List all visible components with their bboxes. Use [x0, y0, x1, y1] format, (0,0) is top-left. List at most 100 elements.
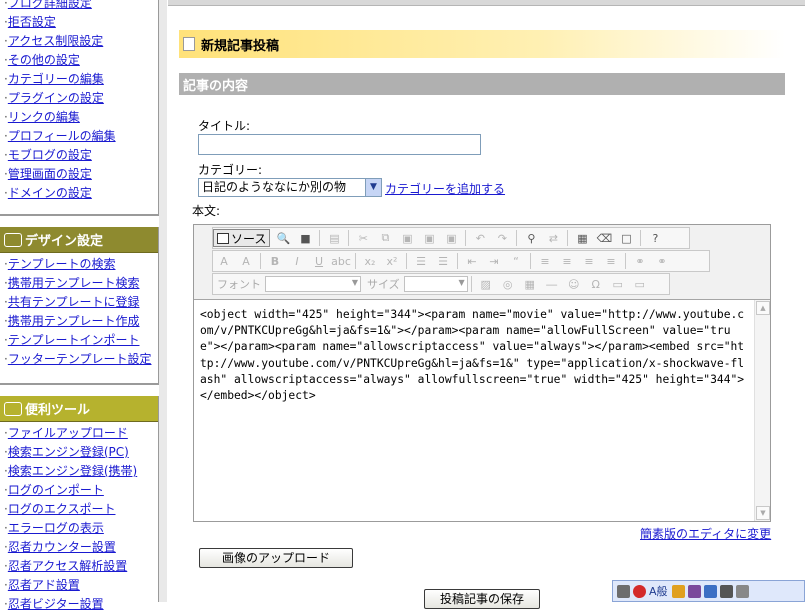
design-settings-item-link[interactable]: フッターテンプレート設定 — [8, 352, 152, 366]
tools-item-link[interactable]: ログのインポート — [8, 483, 104, 497]
tools-item-link[interactable]: 忍者アド設置 — [8, 578, 80, 592]
blog-settings-item[interactable]: ·プラグインの設定 — [4, 89, 158, 108]
tools-item-link[interactable]: 検索エンジン登録(PC) — [8, 445, 129, 459]
blog-settings-item[interactable]: ·プロフィールの編集 — [4, 127, 158, 146]
tools-item[interactable]: ·ログのインポート — [4, 481, 158, 500]
title-input[interactable] — [198, 134, 481, 155]
design-settings-item[interactable]: ·テンプレートインポート — [4, 331, 158, 350]
iframe-icon[interactable]: ▭ — [630, 275, 650, 293]
tools-item[interactable]: ·ログのエクスポート — [4, 500, 158, 519]
save-post-button[interactable]: 投稿記事の保存 — [424, 589, 540, 609]
tools-item-link[interactable]: 忍者ビジター設置 — [8, 597, 104, 611]
tools-item-link[interactable]: 忍者アクセス解析設置 — [8, 559, 127, 573]
blog-settings-item-link[interactable]: プロフィールの編集 — [8, 129, 116, 143]
blog-settings-item-link[interactable]: ブログ詳細設定 — [8, 0, 92, 10]
design-settings-item-link[interactable]: テンプレートインポート — [8, 333, 140, 347]
design-settings-item[interactable]: ·携帯用テンプレート検索 — [4, 274, 158, 293]
align-right-icon[interactable]: ≡ — [579, 252, 599, 270]
text-color-icon[interactable]: A — [214, 252, 234, 270]
add-category-link[interactable]: カテゴリーを追加する — [385, 180, 505, 197]
smiley-icon[interactable]: ☺ — [564, 275, 584, 293]
select-all-icon[interactable]: ▦ — [572, 229, 592, 247]
superscript-icon[interactable]: x² — [382, 252, 402, 270]
tools-item[interactable]: ·検索エンジン登録(PC) — [4, 443, 158, 462]
tools-item-link[interactable]: ファイルアップロード — [8, 426, 128, 440]
copy-icon[interactable]: ⧉ — [375, 229, 395, 247]
tools-item[interactable]: ·忍者アクセス解析設置 — [4, 557, 158, 576]
dictionary-icon[interactable] — [687, 584, 701, 598]
blog-settings-item-link[interactable]: 拒否設定 — [8, 15, 56, 29]
chevron-down-icon[interactable]: ▼ — [365, 179, 381, 196]
tool-icon[interactable] — [671, 584, 685, 598]
unlink-icon[interactable]: ⚭ — [652, 252, 672, 270]
redo-icon[interactable]: ↷ — [492, 229, 512, 247]
pen-icon[interactable] — [703, 584, 717, 598]
blog-settings-item-link[interactable]: その他の設定 — [8, 53, 80, 67]
undo-icon[interactable]: ↶ — [470, 229, 490, 247]
italic-icon[interactable]: I — [287, 252, 307, 270]
blog-settings-item-link[interactable]: プラグインの設定 — [8, 91, 104, 105]
input-mode-label[interactable]: A般 — [649, 583, 668, 599]
keyboard-icon[interactable] — [617, 584, 630, 598]
design-settings-item-link[interactable]: テンプレートの検索 — [8, 257, 116, 271]
bold-icon[interactable]: B — [265, 252, 285, 270]
scroll-up-icon[interactable]: ▲ — [756, 301, 770, 315]
options-icon[interactable] — [719, 584, 733, 598]
tools-item-link[interactable]: ログのエクスポート — [8, 502, 116, 516]
blog-settings-item-link[interactable]: モブログの設定 — [8, 148, 92, 162]
indent-icon[interactable]: ⇥ — [484, 252, 504, 270]
outdent-icon[interactable]: ⇤ — [462, 252, 482, 270]
design-settings-item[interactable]: ·テンプレートの検索 — [4, 255, 158, 274]
table-icon[interactable]: ▦ — [520, 275, 540, 293]
design-settings-item[interactable]: ·共有テンプレートに登録 — [4, 293, 158, 312]
find-icon[interactable]: ⚲ — [521, 229, 541, 247]
blog-settings-item[interactable]: ·カテゴリーの編集 — [4, 70, 158, 89]
blog-settings-item[interactable]: ·モブログの設定 — [4, 146, 158, 165]
special-char-icon[interactable]: Ω — [586, 275, 606, 293]
tools-item[interactable]: ·ファイルアップロード — [4, 424, 158, 443]
blockquote-icon[interactable]: “ — [506, 252, 526, 270]
blog-settings-item[interactable]: ·その他の設定 — [4, 51, 158, 70]
align-center-icon[interactable]: ≡ — [557, 252, 577, 270]
design-settings-item-link[interactable]: 携帯用テンプレート作成 — [8, 314, 140, 328]
image-upload-button[interactable]: 画像のアップロード — [199, 548, 353, 568]
align-justify-icon[interactable]: ≡ — [601, 252, 621, 270]
tools-item[interactable]: ·エラーログの表示 — [4, 519, 158, 538]
blog-settings-item-link[interactable]: 管理画面の設定 — [8, 167, 92, 181]
blog-settings-item[interactable]: ·拒否設定 — [4, 13, 158, 32]
blog-settings-item-link[interactable]: アクセス制限設定 — [8, 34, 103, 48]
size-select[interactable]: ▼ — [403, 276, 468, 292]
blog-settings-item[interactable]: ·アクセス制限設定 — [4, 32, 158, 51]
blog-settings-item-link[interactable]: ドメインの設定 — [8, 186, 92, 200]
tools-item-link[interactable]: 忍者カウンター設置 — [8, 540, 116, 554]
help-icon[interactable]: ? — [645, 229, 665, 247]
tools-item-link[interactable]: エラーログの表示 — [8, 521, 104, 535]
horizontal-rule-icon[interactable]: ― — [542, 275, 562, 293]
template-icon[interactable]: ▤ — [324, 229, 344, 247]
link-icon[interactable]: ⚭ — [630, 252, 650, 270]
source-button[interactable]: ソース — [213, 229, 271, 247]
strike-icon[interactable]: abc — [331, 252, 351, 270]
eraser-icon[interactable]: ⌫ — [594, 229, 614, 247]
underline-icon[interactable]: U — [309, 252, 329, 270]
scroll-down-icon[interactable]: ▼ — [756, 506, 770, 520]
design-settings-item-link[interactable]: 携帯用テンプレート検索 — [8, 276, 140, 290]
bg-color-icon[interactable]: A — [236, 252, 256, 270]
tools-item[interactable]: ·忍者ビジター設置 — [4, 595, 158, 614]
blog-settings-item[interactable]: ·リンクの編集 — [4, 108, 158, 127]
design-settings-item-link[interactable]: 共有テンプレートに登録 — [8, 295, 140, 309]
tools-item[interactable]: ·忍者カウンター設置 — [4, 538, 158, 557]
save-icon[interactable]: ■ — [295, 229, 315, 247]
editor-scrollbar[interactable]: ▲ ▼ — [754, 300, 770, 521]
paste-icon[interactable]: ▣ — [397, 229, 417, 247]
ime-icon[interactable] — [633, 584, 646, 598]
paste-text-icon[interactable]: ▣ — [419, 229, 439, 247]
paste-word-icon[interactable]: ▣ — [441, 229, 461, 247]
align-left-icon[interactable]: ≡ — [535, 252, 555, 270]
blog-settings-item-link[interactable]: リンクの編集 — [8, 110, 80, 124]
design-settings-item[interactable]: ·フッターテンプレート設定 — [4, 350, 158, 369]
blog-settings-item[interactable]: ·ブログ詳細設定 — [4, 0, 158, 13]
ordered-list-icon[interactable]: ☰ — [411, 252, 431, 270]
unordered-list-icon[interactable]: ☰ — [433, 252, 453, 270]
simple-editor-link[interactable]: 簡素版のエディタに変更 — [640, 525, 771, 542]
